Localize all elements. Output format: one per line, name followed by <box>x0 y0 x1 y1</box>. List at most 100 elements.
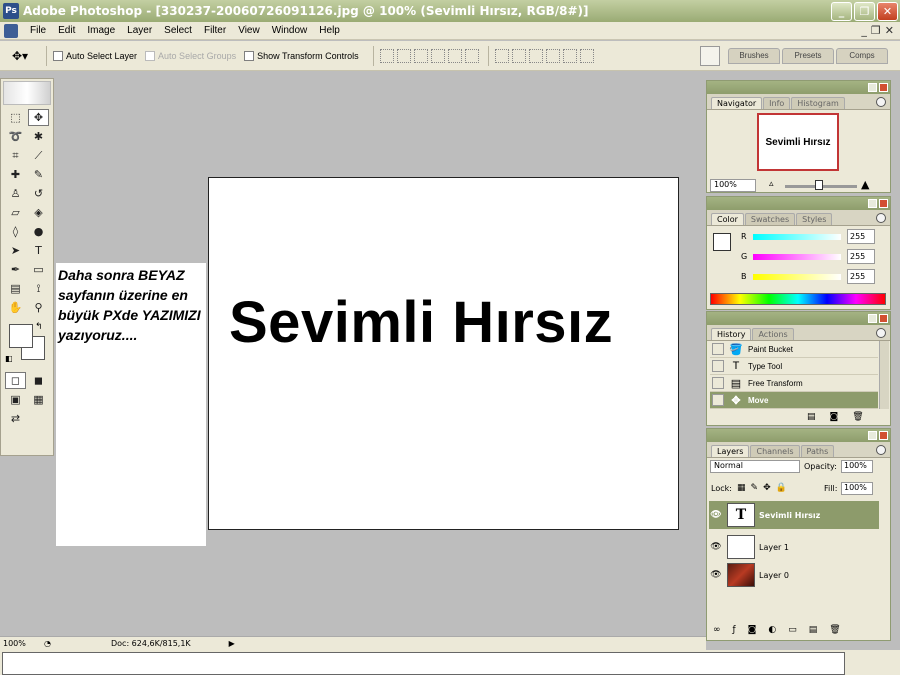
doc-restore-icon[interactable]: ❐ <box>871 24 881 37</box>
channel-slider[interactable] <box>753 253 841 260</box>
blend-mode-select[interactable]: Normal <box>710 460 800 473</box>
channel-value[interactable]: 255 <box>847 229 875 244</box>
panel-minimize-icon[interactable] <box>868 431 877 440</box>
new-document-from-state-icon[interactable]: ▤ <box>807 412 816 422</box>
history-snapshot-checkbox[interactable] <box>712 377 724 389</box>
visibility-eye-icon[interactable]: 👁 <box>709 510 723 520</box>
well-tab-comps[interactable]: Comps <box>836 47 888 64</box>
channel-value[interactable]: 255 <box>847 269 875 284</box>
channel-value[interactable]: 255 <box>847 249 875 264</box>
layer-row[interactable]: 👁 Layer 0 <box>709 561 879 589</box>
panel-close-icon[interactable] <box>879 83 888 92</box>
quickmask-mode-icon[interactable]: ◼ <box>28 372 49 389</box>
history-scrollbar[interactable] <box>879 341 889 409</box>
path-select-icon[interactable]: ➤ <box>5 242 26 259</box>
jump-to-imageready-icon[interactable]: ⇄ <box>5 410 26 427</box>
zoom-slider-handle[interactable] <box>815 180 823 190</box>
minimize-button[interactable]: _ <box>831 1 852 21</box>
crop-tool-icon[interactable]: ⌗ <box>5 147 26 164</box>
align-left-icon[interactable] <box>430 48 445 63</box>
eyedropper-icon[interactable]: ⟟ <box>28 280 49 297</box>
slice-tool-icon[interactable]: ⟋ <box>28 147 49 164</box>
menu-image[interactable]: Image <box>81 25 121 36</box>
tab-color[interactable]: Color <box>711 213 744 225</box>
panel-minimize-icon[interactable] <box>868 83 877 92</box>
tab-info[interactable]: Info <box>763 97 791 109</box>
delete-layer-icon[interactable]: 🗑 <box>829 625 840 635</box>
menu-help[interactable]: Help <box>313 25 346 36</box>
tab-layers[interactable]: Layers <box>711 445 750 457</box>
tab-histogram[interactable]: Histogram <box>791 97 845 109</box>
lock-all-icon[interactable]: 🔒 <box>776 483 787 493</box>
document-icon[interactable] <box>4 23 18 38</box>
show-transform-checkbox[interactable] <box>244 50 255 61</box>
align-vcenter-icon[interactable] <box>396 48 411 63</box>
zoom-out-icon[interactable]: ▵ <box>769 179 774 189</box>
lock-position-icon[interactable]: ✥ <box>763 483 771 493</box>
layer-mask-icon[interactable]: ◙ <box>748 625 757 635</box>
zoom-tool-icon[interactable]: ⚲ <box>28 299 49 316</box>
navigator-thumbnail[interactable]: Sevimli Hırsız <box>757 113 839 171</box>
screen-mode-full-icon[interactable]: ▦ <box>28 391 49 408</box>
shape-tool-icon[interactable]: ▭ <box>28 261 49 278</box>
lock-transparency-icon[interactable]: ▦ <box>737 483 746 493</box>
zoom-in-icon[interactable]: ▲ <box>861 178 869 191</box>
default-colors-icon[interactable]: ◧ <box>5 354 13 363</box>
panel-menu-icon[interactable] <box>876 97 886 107</box>
panel-menu-icon[interactable] <box>876 213 886 223</box>
tab-swatches[interactable]: Swatches <box>744 213 796 225</box>
link-layers-icon[interactable]: ∞ <box>713 625 721 635</box>
distribute-right-icon[interactable] <box>579 48 594 63</box>
menu-layer[interactable]: Layer <box>121 25 158 36</box>
history-item[interactable]: T Type Tool <box>710 358 878 375</box>
history-item[interactable]: 🪣 Paint Bucket <box>710 341 878 358</box>
visibility-eye-icon[interactable]: 👁 <box>709 542 723 552</box>
layer-style-icon[interactable]: ƒ <box>733 625 736 635</box>
new-layer-icon[interactable]: ▤ <box>809 625 818 635</box>
menu-view[interactable]: View <box>232 25 266 36</box>
marquee-tool-icon[interactable]: ⬚ <box>5 109 26 126</box>
restore-button[interactable]: ❐ <box>854 1 875 21</box>
menu-edit[interactable]: Edit <box>52 25 81 36</box>
paint-bucket-icon[interactable]: ◈ <box>28 204 49 221</box>
menu-file[interactable]: File <box>24 25 52 36</box>
panel-close-icon[interactable] <box>879 431 888 440</box>
lasso-tool-icon[interactable]: ➰ <box>5 128 26 145</box>
swap-colors-icon[interactable]: ↰ <box>35 322 43 332</box>
opacity-field[interactable]: 100% <box>841 460 873 473</box>
layer-row[interactable]: 👁 Layer 1 <box>709 533 879 561</box>
panel-minimize-icon[interactable] <box>868 314 877 323</box>
history-item-active[interactable]: ✥ Move <box>710 392 878 409</box>
notes-tool-icon[interactable]: ▤ <box>5 280 26 297</box>
well-tab-presets[interactable]: Presets <box>782 47 834 64</box>
tab-history[interactable]: History <box>711 328 752 340</box>
history-snapshot-checkbox[interactable] <box>712 343 724 355</box>
distribute-hcenter-icon[interactable] <box>562 48 577 63</box>
status-zoom[interactable]: 100% <box>0 639 30 648</box>
menu-select[interactable]: Select <box>158 25 198 36</box>
blur-tool-icon[interactable]: ◊ <box>5 223 26 240</box>
new-group-icon[interactable]: ▭ <box>788 625 797 635</box>
show-transform-option[interactable]: Show Transform Controls <box>244 50 359 61</box>
doc-minimize-icon[interactable]: _ <box>861 24 867 37</box>
color-spectrum[interactable] <box>710 293 886 305</box>
move-tool-icon[interactable]: ✥ <box>28 109 49 126</box>
dodge-tool-icon[interactable]: ● <box>28 223 49 240</box>
eraser-tool-icon[interactable]: ▱ <box>5 204 26 221</box>
layer-row-text[interactable]: 👁 T Sevimli Hırsız <box>709 501 879 529</box>
distribute-bottom-icon[interactable] <box>528 48 543 63</box>
lock-pixels-icon[interactable]: ✎ <box>751 483 759 493</box>
pen-tool-icon[interactable]: ✒ <box>5 261 26 278</box>
panel-menu-icon[interactable] <box>876 445 886 455</box>
distribute-vcenter-icon[interactable] <box>511 48 526 63</box>
close-button[interactable]: ✕ <box>877 1 898 21</box>
align-top-icon[interactable] <box>379 48 394 63</box>
navigator-zoom-field[interactable]: 100% <box>710 179 756 192</box>
foreground-color-swatch[interactable] <box>9 324 33 348</box>
menu-filter[interactable]: Filter <box>198 25 232 36</box>
auto-select-layer-checkbox[interactable] <box>53 50 63 61</box>
history-item[interactable]: ▤ Free Transform <box>710 375 878 392</box>
history-snapshot-checkbox[interactable] <box>712 394 724 406</box>
hand-tool-icon[interactable]: ✋ <box>5 299 26 316</box>
standard-mode-icon[interactable]: ◻ <box>5 372 26 389</box>
